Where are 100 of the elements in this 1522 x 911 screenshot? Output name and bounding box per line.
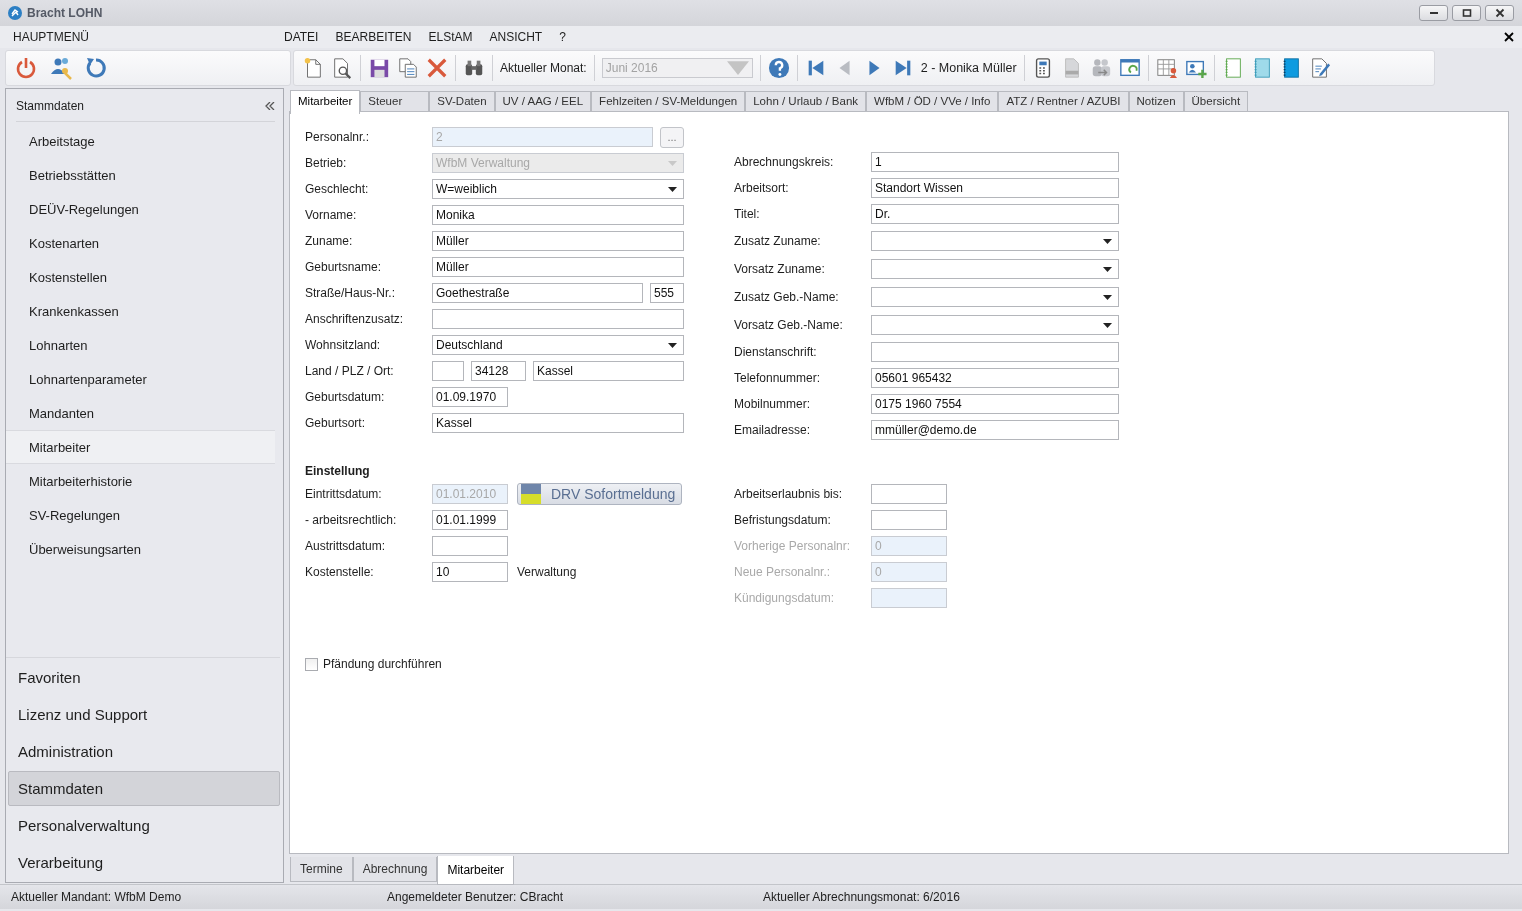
delete-icon[interactable]	[426, 57, 448, 79]
input-field[interactable]	[432, 536, 508, 556]
sidebar-item[interactable]: Betriebsstätten	[6, 158, 275, 192]
help-icon[interactable]	[767, 57, 790, 79]
sidebar-item[interactable]: Lohnartenparameter	[6, 362, 275, 396]
browse-button[interactable]: ...	[660, 126, 684, 148]
menu-item[interactable]: DATEI	[284, 30, 319, 44]
minimize-button[interactable]	[1419, 5, 1448, 21]
tab[interactable]: Abrechnung	[352, 857, 438, 882]
navigation-group[interactable]: Lizenz und Support	[8, 697, 280, 732]
input-field[interactable]: Müller	[432, 231, 684, 251]
input-field[interactable]: Müller	[432, 257, 684, 277]
input-field[interactable]: 555	[650, 283, 684, 303]
navigation-group[interactable]: Verarbeitung	[8, 845, 280, 880]
sidebar-item[interactable]: Kostenstellen	[6, 260, 275, 294]
current-record: 2 - Monika Müller	[920, 61, 1017, 75]
sidebar-item[interactable]: DEÜV-Regelungen	[6, 192, 275, 226]
close-button[interactable]	[1485, 5, 1514, 21]
sidebar-item[interactable]: Mitarbeiter	[6, 430, 275, 464]
save-icon[interactable]	[368, 57, 390, 79]
dropdown[interactable]	[871, 315, 1119, 335]
input-field[interactable]: 34128	[471, 361, 526, 381]
window-refresh-icon[interactable]	[1118, 57, 1141, 79]
tab[interactable]: Termine	[290, 857, 353, 882]
sidebar-item[interactable]: Mitarbeiterhistorie	[6, 464, 275, 498]
menu-item[interactable]: ELStAM	[428, 30, 473, 44]
navigation-group[interactable]: Personalverwaltung	[8, 808, 280, 843]
menu-item[interactable]: ?	[559, 30, 566, 44]
tab[interactable]: Mitarbeiter	[290, 90, 361, 114]
input-field[interactable]: Monika	[432, 205, 684, 225]
dropdown[interactable]: Deutschland	[432, 335, 684, 355]
tab[interactable]: WfbM / ÖD / VVe / Info	[866, 91, 999, 112]
tab[interactable]: ATZ / Rentner / AZUBI	[998, 91, 1129, 112]
input-field[interactable]: Standort Wissen	[871, 178, 1119, 198]
field-label: Wohnsitzland:	[305, 338, 382, 352]
maximize-button[interactable]	[1452, 5, 1481, 21]
sidebar-item[interactable]: Krankenkassen	[6, 294, 275, 328]
input-field[interactable]: Kassel	[432, 413, 684, 433]
input-field[interactable]	[871, 342, 1119, 362]
field-label: Vorsatz Zuname:	[734, 262, 826, 276]
input-field[interactable]	[432, 309, 684, 329]
input-field[interactable]	[871, 510, 947, 530]
calendar-person-icon[interactable]	[1155, 57, 1178, 79]
input-field[interactable]: 05601 965432	[871, 368, 1119, 388]
field-label: Befristungsdatum:	[734, 513, 832, 527]
field-label: Vorherige Personalnr:	[734, 539, 852, 553]
new-document-icon[interactable]	[302, 57, 324, 79]
field-label: Geburtsdatum:	[305, 390, 386, 404]
document-search-icon[interactable]	[331, 57, 353, 79]
input-field[interactable]: Dr.	[871, 204, 1119, 224]
menu-item[interactable]: ANSICHT	[489, 30, 543, 44]
field-label: Geburtsname:	[305, 260, 383, 274]
navigation-group[interactable]: Administration	[8, 734, 280, 769]
copy-icon[interactable]	[397, 57, 419, 79]
tab[interactable]: Mitarbeiter	[437, 856, 515, 885]
field-label: Arbeitsort:	[734, 181, 790, 195]
close-icon[interactable]	[1504, 32, 1514, 42]
sidebar-item[interactable]: Kostenarten	[6, 226, 275, 260]
input-field[interactable]: mmüller@demo.de	[871, 420, 1119, 440]
dropdown[interactable]	[871, 231, 1119, 251]
input-field[interactable]: 10	[432, 562, 508, 582]
input-field[interactable]: Goethestraße	[432, 283, 643, 303]
dropdown[interactable]: W=weiblich	[432, 179, 684, 199]
input-field[interactable]: 0175 1960 7554	[871, 394, 1119, 414]
main-menu[interactable]: HAUPTMENÜ	[13, 30, 284, 44]
input-field[interactable]: Kassel	[533, 361, 684, 381]
input-field[interactable]: 01.01.1999	[432, 510, 508, 530]
navigation-group[interactable]: Favoriten	[8, 660, 280, 695]
collapse-icon[interactable]	[265, 102, 275, 110]
caret-icon	[1103, 266, 1112, 272]
input-field[interactable]	[871, 484, 947, 504]
power-icon[interactable]	[14, 56, 38, 80]
drv-button[interactable]: DRV Sofortmeldung	[517, 483, 682, 505]
input-field[interactable]: 01.09.1970	[432, 387, 508, 407]
refresh-icon[interactable]	[84, 56, 108, 80]
sidebar-item[interactable]: Lohnarten	[6, 328, 275, 362]
sidebar-item[interactable]: SV-Regelungen	[6, 498, 275, 532]
field-label: Geburtsort:	[305, 416, 367, 430]
input-field[interactable]: 1	[871, 152, 1119, 172]
sidebar-item[interactable]: Mandanten	[6, 396, 275, 430]
sidebar-title: Stammdaten	[16, 99, 85, 113]
dropdown[interactable]	[871, 287, 1119, 307]
field-label: Austrittsdatum:	[305, 539, 387, 553]
menu-item[interactable]: BEARBEITEN	[335, 30, 412, 44]
users-key-icon[interactable]	[49, 56, 73, 80]
dropdown[interactable]	[871, 259, 1119, 279]
close-icon	[1494, 8, 1505, 18]
tab[interactable]: Steuer	[360, 91, 430, 112]
sidebar-item[interactable]: Arbeitstage	[6, 124, 275, 158]
navigation-group[interactable]: Stammdaten	[8, 771, 280, 806]
field-label: Anschriftenzusatz:	[305, 312, 405, 326]
input-field[interactable]	[432, 361, 464, 381]
section-heading: Einstellung	[305, 464, 371, 480]
tab[interactable]: SV-Daten	[429, 91, 495, 112]
checkbox[interactable]	[305, 657, 318, 671]
tab[interactable]: Lohn / Urlaub / Bank	[745, 91, 867, 112]
sidebar-item[interactable]: Überweisungsarten	[6, 532, 275, 566]
caret-icon	[668, 186, 677, 192]
tab[interactable]: Fehlzeiten / SV-Meldungen	[591, 91, 746, 112]
caret-icon	[1103, 238, 1112, 244]
